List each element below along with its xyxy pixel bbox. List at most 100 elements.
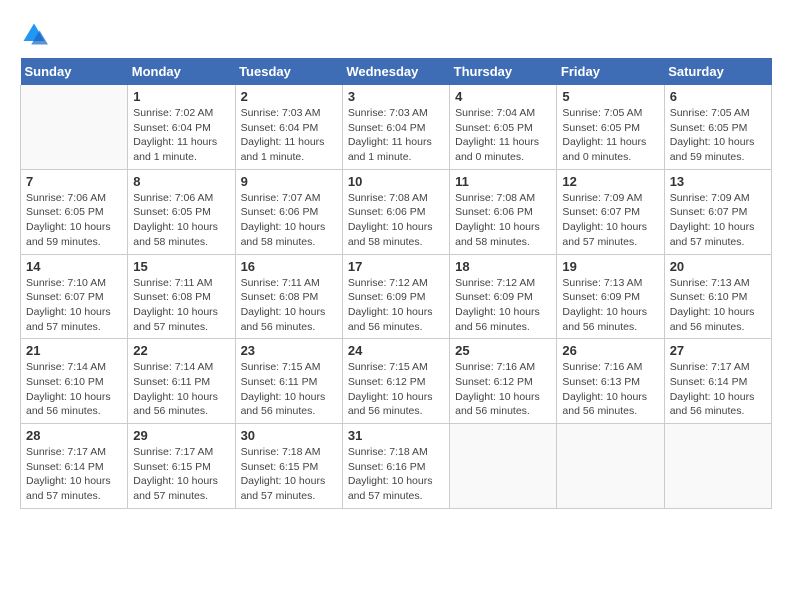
day-number: 17 — [348, 259, 444, 274]
calendar-week-3: 14 Sunrise: 7:10 AMSunset: 6:07 PMDayligh… — [21, 254, 772, 339]
day-number: 15 — [133, 259, 229, 274]
day-number: 18 — [455, 259, 551, 274]
calendar-cell: 23Sunrise: 7:15 AMSunset: 6:11 PMDayligh… — [235, 339, 342, 424]
calendar-cell: 2 Sunrise: 7:03 AMSunset: 6:04 PMDaylight… — [235, 85, 342, 169]
calendar-week-4: 21Sunrise: 7:14 AMSunset: 6:10 PMDayligh… — [21, 339, 772, 424]
day-info: Sunrise: 7:12 AMSunset: 6:09 PMDaylight:… — [348, 276, 444, 335]
day-info: Sunrise: 7:07 AMSunset: 6:06 PMDaylight:… — [241, 191, 337, 250]
calendar-cell: 7 Sunrise: 7:06 AMSunset: 6:05 PMDaylight… — [21, 169, 128, 254]
day-number: 7 — [26, 174, 122, 189]
calendar-week-1: 1 Sunrise: 7:02 AMSunset: 6:04 PMDaylight… — [21, 85, 772, 169]
day-number: 23 — [241, 343, 337, 358]
calendar-cell: 31 Sunrise: 7:18 AMSunset: 6:16 PMDayligh… — [342, 424, 449, 509]
page-header — [20, 20, 772, 48]
day-number: 4 — [455, 89, 551, 104]
calendar-cell: 8Sunrise: 7:06 AMSunset: 6:05 PMDaylight… — [128, 169, 235, 254]
calendar-cell: 24 Sunrise: 7:15 AMSunset: 6:12 PMDayligh… — [342, 339, 449, 424]
calendar-cell: 19 Sunrise: 7:13 AMSunset: 6:09 PMDayligh… — [557, 254, 664, 339]
calendar-cell: 18 Sunrise: 7:12 AMSunset: 6:09 PMDayligh… — [450, 254, 557, 339]
day-number: 20 — [670, 259, 766, 274]
day-number: 13 — [670, 174, 766, 189]
day-number: 24 — [348, 343, 444, 358]
calendar-cell: 27 Sunrise: 7:17 AMSunset: 6:14 PMDayligh… — [664, 339, 771, 424]
calendar-cell: 21Sunrise: 7:14 AMSunset: 6:10 PMDayligh… — [21, 339, 128, 424]
day-number: 16 — [241, 259, 337, 274]
day-info: Sunrise: 7:11 AMSunset: 6:08 PMDaylight:… — [241, 276, 337, 335]
day-number: 31 — [348, 428, 444, 443]
calendar-cell — [21, 85, 128, 169]
calendar-cell: 14 Sunrise: 7:10 AMSunset: 6:07 PMDayligh… — [21, 254, 128, 339]
col-header-monday: Monday — [128, 58, 235, 85]
day-info: Sunrise: 7:05 AMSunset: 6:05 PMDaylight:… — [562, 106, 658, 165]
calendar-header-row: SundayMondayTuesdayWednesdayThursdayFrid… — [21, 58, 772, 85]
day-number: 1 — [133, 89, 229, 104]
calendar-cell: 25 Sunrise: 7:16 AMSunset: 6:12 PMDayligh… — [450, 339, 557, 424]
calendar-cell: 22 Sunrise: 7:14 AMSunset: 6:11 PMDayligh… — [128, 339, 235, 424]
calendar-cell: 9 Sunrise: 7:07 AMSunset: 6:06 PMDaylight… — [235, 169, 342, 254]
calendar-cell: 16 Sunrise: 7:11 AMSunset: 6:08 PMDayligh… — [235, 254, 342, 339]
calendar-cell: 17 Sunrise: 7:12 AMSunset: 6:09 PMDayligh… — [342, 254, 449, 339]
day-info: Sunrise: 7:09 AMSunset: 6:07 PMDaylight:… — [670, 191, 766, 250]
col-header-friday: Friday — [557, 58, 664, 85]
day-info: Sunrise: 7:14 AMSunset: 6:11 PMDaylight:… — [133, 360, 229, 419]
day-info: Sunrise: 7:10 AMSunset: 6:07 PMDaylight:… — [26, 276, 122, 335]
day-info: Sunrise: 7:17 AMSunset: 6:15 PMDaylight:… — [133, 445, 229, 504]
calendar-cell: 3 Sunrise: 7:03 AMSunset: 6:04 PMDaylight… — [342, 85, 449, 169]
day-info: Sunrise: 7:03 AMSunset: 6:04 PMDaylight:… — [241, 106, 337, 165]
day-number: 29 — [133, 428, 229, 443]
day-info: Sunrise: 7:08 AMSunset: 6:06 PMDaylight:… — [455, 191, 551, 250]
day-number: 3 — [348, 89, 444, 104]
day-info: Sunrise: 7:09 AMSunset: 6:07 PMDaylight:… — [562, 191, 658, 250]
day-number: 19 — [562, 259, 658, 274]
calendar-cell: 26Sunrise: 7:16 AMSunset: 6:13 PMDayligh… — [557, 339, 664, 424]
calendar-cell: 10 Sunrise: 7:08 AMSunset: 6:06 PMDayligh… — [342, 169, 449, 254]
day-number: 2 — [241, 89, 337, 104]
col-header-sunday: Sunday — [21, 58, 128, 85]
col-header-thursday: Thursday — [450, 58, 557, 85]
calendar-cell: 30 Sunrise: 7:18 AMSunset: 6:15 PMDayligh… — [235, 424, 342, 509]
calendar-cell — [664, 424, 771, 509]
day-info: Sunrise: 7:18 AMSunset: 6:15 PMDaylight:… — [241, 445, 337, 504]
day-number: 22 — [133, 343, 229, 358]
day-info: Sunrise: 7:02 AMSunset: 6:04 PMDaylight:… — [133, 106, 229, 165]
day-info: Sunrise: 7:06 AMSunset: 6:05 PMDaylight:… — [133, 191, 229, 250]
day-info: Sunrise: 7:13 AMSunset: 6:09 PMDaylight:… — [562, 276, 658, 335]
day-info: Sunrise: 7:18 AMSunset: 6:16 PMDaylight:… — [348, 445, 444, 504]
day-info: Sunrise: 7:15 AMSunset: 6:12 PMDaylight:… — [348, 360, 444, 419]
day-number: 9 — [241, 174, 337, 189]
col-header-wednesday: Wednesday — [342, 58, 449, 85]
day-info: Sunrise: 7:04 AMSunset: 6:05 PMDaylight:… — [455, 106, 551, 165]
logo — [20, 20, 50, 48]
calendar-cell: 4 Sunrise: 7:04 AMSunset: 6:05 PMDaylight… — [450, 85, 557, 169]
day-info: Sunrise: 7:08 AMSunset: 6:06 PMDaylight:… — [348, 191, 444, 250]
calendar-cell — [557, 424, 664, 509]
calendar-week-5: 28 Sunrise: 7:17 AMSunset: 6:14 PMDayligh… — [21, 424, 772, 509]
calendar-cell: 1 Sunrise: 7:02 AMSunset: 6:04 PMDaylight… — [128, 85, 235, 169]
day-number: 25 — [455, 343, 551, 358]
day-number: 5 — [562, 89, 658, 104]
day-number: 10 — [348, 174, 444, 189]
day-info: Sunrise: 7:17 AMSunset: 6:14 PMDaylight:… — [670, 360, 766, 419]
calendar-cell: 6Sunrise: 7:05 AMSunset: 6:05 PMDaylight… — [664, 85, 771, 169]
calendar-cell — [450, 424, 557, 509]
day-info: Sunrise: 7:16 AMSunset: 6:12 PMDaylight:… — [455, 360, 551, 419]
day-info: Sunrise: 7:16 AMSunset: 6:13 PMDaylight:… — [562, 360, 658, 419]
day-info: Sunrise: 7:11 AMSunset: 6:08 PMDaylight:… — [133, 276, 229, 335]
day-number: 28 — [26, 428, 122, 443]
day-info: Sunrise: 7:03 AMSunset: 6:04 PMDaylight:… — [348, 106, 444, 165]
day-number: 27 — [670, 343, 766, 358]
day-info: Sunrise: 7:17 AMSunset: 6:14 PMDaylight:… — [26, 445, 122, 504]
day-number: 11 — [455, 174, 551, 189]
calendar-cell: 13 Sunrise: 7:09 AMSunset: 6:07 PMDayligh… — [664, 169, 771, 254]
logo-icon — [20, 20, 48, 48]
day-info: Sunrise: 7:14 AMSunset: 6:10 PMDaylight:… — [26, 360, 122, 419]
day-info: Sunrise: 7:06 AMSunset: 6:05 PMDaylight:… — [26, 191, 122, 250]
col-header-saturday: Saturday — [664, 58, 771, 85]
calendar-cell: 11 Sunrise: 7:08 AMSunset: 6:06 PMDayligh… — [450, 169, 557, 254]
day-number: 14 — [26, 259, 122, 274]
day-number: 30 — [241, 428, 337, 443]
day-info: Sunrise: 7:12 AMSunset: 6:09 PMDaylight:… — [455, 276, 551, 335]
calendar-cell: 28 Sunrise: 7:17 AMSunset: 6:14 PMDayligh… — [21, 424, 128, 509]
col-header-tuesday: Tuesday — [235, 58, 342, 85]
calendar-cell: 20Sunrise: 7:13 AMSunset: 6:10 PMDayligh… — [664, 254, 771, 339]
